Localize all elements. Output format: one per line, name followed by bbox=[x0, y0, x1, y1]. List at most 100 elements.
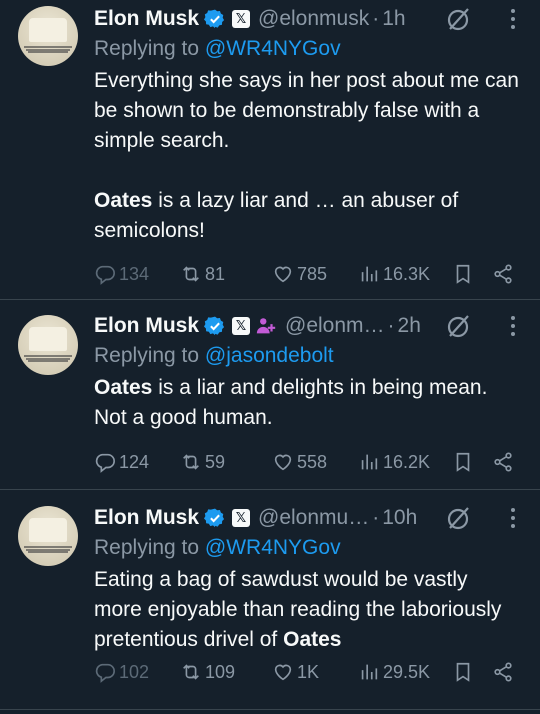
like-button[interactable]: 785 bbox=[272, 263, 358, 285]
views-icon bbox=[361, 664, 378, 680]
avatar-paper bbox=[29, 518, 67, 542]
reply-button[interactable]: 124 bbox=[94, 451, 180, 473]
bold-name: Oates bbox=[94, 189, 153, 212]
bookmark-icon bbox=[456, 662, 470, 682]
tweet-text: Everything she says in her post about me… bbox=[94, 66, 520, 246]
tweet-text-paragraph: Oates is a liar and delights in being me… bbox=[94, 373, 520, 433]
avatar[interactable] bbox=[18, 506, 78, 566]
share-icon bbox=[494, 662, 512, 682]
avatar[interactable] bbox=[18, 315, 78, 375]
author-handle[interactable]: @elonmu… bbox=[258, 506, 369, 530]
avatar-paper bbox=[29, 327, 67, 351]
reply-to-handle[interactable]: @WR4NYGov bbox=[205, 37, 341, 60]
share-icon bbox=[494, 452, 512, 472]
share-button[interactable] bbox=[492, 661, 514, 683]
tweet-text: Oates is a liar and delights in being me… bbox=[94, 373, 520, 433]
tweet-text-paragraph: Oates is a lazy liar and … an abuser of … bbox=[94, 186, 520, 246]
share-button[interactable] bbox=[492, 451, 514, 473]
tweet-text-span: is a liar and delights in being mean. No… bbox=[94, 376, 488, 429]
reply-count: 124 bbox=[119, 451, 150, 472]
share-icon bbox=[494, 264, 512, 284]
more-icon[interactable] bbox=[510, 315, 516, 337]
avatar-paper bbox=[29, 18, 67, 42]
reply-count: 102 bbox=[119, 661, 150, 682]
reply-icon bbox=[95, 453, 115, 473]
retweet-count: 59 bbox=[205, 451, 226, 472]
like-count: 785 bbox=[297, 263, 328, 284]
more-icon[interactable] bbox=[510, 8, 516, 30]
views-button[interactable]: 16.3K bbox=[358, 263, 452, 285]
x-affiliate-icon: 𝕏 bbox=[232, 10, 251, 28]
grok-icon[interactable] bbox=[446, 6, 472, 32]
bookmark-button[interactable] bbox=[452, 661, 492, 683]
tweet[interactable]: Elon Musk 𝕏 @elonm… · 2h Replying to @ja… bbox=[0, 300, 540, 490]
x-affiliate-icon: 𝕏 bbox=[232, 509, 251, 527]
avatar[interactable] bbox=[18, 6, 78, 66]
reply-to-handle[interactable]: @WR4NYGov bbox=[205, 536, 341, 559]
separator: · bbox=[372, 7, 380, 30]
replying-to-label: Replying to bbox=[94, 536, 205, 559]
author-handle[interactable]: @elonmusk bbox=[258, 7, 369, 31]
retweet-button[interactable]: 81 bbox=[180, 263, 272, 285]
timeline-feed: Elon Musk 𝕏 @elonmusk · 1h Replying to @… bbox=[0, 0, 540, 710]
avatar-ink bbox=[24, 546, 72, 553]
retweet-count: 81 bbox=[205, 263, 226, 284]
heart-icon bbox=[274, 266, 292, 283]
bookmark-button[interactable] bbox=[452, 451, 492, 473]
group-icon bbox=[256, 318, 276, 334]
timestamp[interactable]: 10h bbox=[382, 506, 417, 530]
like-button[interactable]: 558 bbox=[272, 451, 358, 473]
replying-to: Replying to @jasondebolt bbox=[94, 341, 520, 371]
reply-count: 134 bbox=[119, 263, 150, 284]
tweet-actions: 134 81 785 16.3K bbox=[94, 260, 518, 288]
reply-button[interactable]: 134 bbox=[94, 263, 180, 285]
like-count: 1K bbox=[297, 661, 320, 682]
more-icon[interactable] bbox=[510, 507, 516, 529]
separator: · bbox=[387, 314, 395, 337]
replying-to-label: Replying to bbox=[94, 344, 205, 367]
author-name[interactable]: Elon Musk bbox=[94, 7, 199, 31]
like-count: 558 bbox=[297, 451, 328, 472]
views-button[interactable]: 29.5K bbox=[358, 661, 452, 683]
view-count: 29.5K bbox=[383, 661, 431, 682]
tweet-text-paragraph: Everything she says in her post about me… bbox=[94, 69, 519, 152]
share-button[interactable] bbox=[492, 263, 514, 285]
timestamp[interactable]: 1h bbox=[382, 7, 405, 31]
heart-icon bbox=[274, 454, 292, 471]
bookmark-icon bbox=[456, 264, 470, 284]
views-icon bbox=[361, 454, 378, 470]
retweet-icon bbox=[183, 266, 199, 282]
bookmark-button[interactable] bbox=[452, 263, 492, 285]
x-affiliate-icon: 𝕏 bbox=[232, 317, 251, 335]
bold-name: Oates bbox=[94, 376, 153, 399]
avatar-ink bbox=[24, 46, 72, 53]
heart-icon bbox=[274, 664, 292, 681]
grok-icon[interactable] bbox=[446, 505, 472, 531]
bookmark-icon bbox=[456, 452, 470, 472]
verified-icon bbox=[204, 9, 225, 29]
author-handle[interactable]: @elonm… bbox=[285, 314, 385, 338]
reply-icon bbox=[95, 663, 115, 683]
views-icon bbox=[361, 266, 378, 282]
tweet-text-paragraph: Eating a bag of sawdust would be vastly … bbox=[94, 565, 520, 655]
bold-name: Oates bbox=[283, 628, 342, 651]
grok-icon[interactable] bbox=[446, 313, 472, 339]
tweet-actions: 124 59 558 16.2K bbox=[94, 448, 518, 476]
retweet-count: 109 bbox=[205, 661, 236, 682]
retweet-icon bbox=[183, 664, 199, 680]
reply-to-handle[interactable]: @jasondebolt bbox=[205, 344, 334, 367]
author-name[interactable]: Elon Musk bbox=[94, 314, 199, 338]
like-button[interactable]: 1K bbox=[272, 661, 358, 683]
retweet-button[interactable]: 59 bbox=[180, 451, 272, 473]
view-count: 16.2K bbox=[383, 451, 431, 472]
timestamp[interactable]: 2h bbox=[398, 314, 421, 338]
verified-icon bbox=[204, 508, 225, 528]
tweet[interactable]: Elon Musk 𝕏 @elonmu… · 10h Replying to @… bbox=[0, 490, 540, 710]
tweet[interactable]: Elon Musk 𝕏 @elonmusk · 1h Replying to @… bbox=[0, 0, 540, 300]
retweet-button[interactable]: 109 bbox=[180, 661, 272, 683]
avatar-ink bbox=[24, 355, 72, 362]
views-button[interactable]: 16.2K bbox=[358, 451, 452, 473]
reply-button[interactable]: 102 bbox=[94, 661, 180, 683]
author-name[interactable]: Elon Musk bbox=[94, 506, 199, 530]
